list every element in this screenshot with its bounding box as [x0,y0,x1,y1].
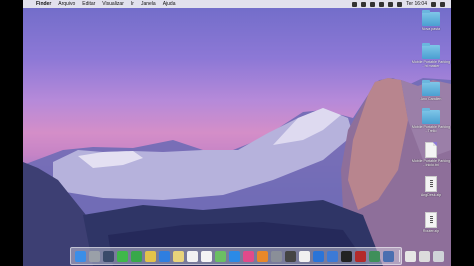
facetime-icon[interactable] [131,250,142,262]
notes-icon[interactable] [173,250,184,262]
letterbox-left [0,0,23,266]
zip-icon [425,176,437,192]
messages-icon[interactable] [117,250,128,262]
menu-ajuda[interactable]: Ajuda [163,1,176,7]
dropbox-icon[interactable] [361,1,367,7]
letterbox-right [451,0,474,266]
menu-arquivo[interactable]: Arquivo [58,1,75,7]
desktop-item[interactable]: Nova pasta [411,10,451,31]
dock-separator [399,250,400,262]
chrome-icon[interactable] [145,250,156,262]
menu-editar[interactable]: Editar [82,1,95,7]
bluetooth-icon[interactable] [370,1,376,7]
battery-icon[interactable] [397,1,403,7]
itunes-icon[interactable] [243,250,254,262]
volume-icon[interactable] [388,1,394,7]
wifi-icon[interactable] [379,1,385,7]
menu-app-name[interactable]: Finder [36,1,51,7]
android-studio-icon[interactable] [369,250,380,262]
app-store-icon[interactable] [229,250,240,262]
status-icon[interactable] [352,1,358,7]
finder-icon[interactable] [75,250,86,262]
mac-screen: Finder Arquivo Editar Visualizar Ir Jane… [23,0,451,266]
yosemite-landscape [23,78,451,266]
desktop-item-label: Mobile Portable Parking - Trello [411,125,451,133]
notification-center-icon[interactable] [440,1,445,7]
menu-bar-extras: Ter 16:04 [352,0,445,8]
launchpad-icon[interactable] [89,250,100,262]
calendar-icon[interactable] [187,250,198,262]
trash-icon[interactable] [433,250,444,262]
dock [70,247,444,265]
menu-clock[interactable]: Ter 16:04 [406,1,427,7]
mission-control-icon[interactable] [103,250,114,262]
simulator-icon[interactable] [383,250,394,262]
menu-janela[interactable]: Janela [141,1,156,7]
desktop-item[interactable]: Ano Carallen [411,80,451,101]
desktop-item-label: Nova pasta [421,27,441,31]
menu-visualizar[interactable]: Visualizar [102,1,124,7]
photos-icon[interactable] [299,250,310,262]
system-preferences-icon[interactable] [271,250,282,262]
reminders-icon[interactable] [201,250,212,262]
maps-icon[interactable] [215,250,226,262]
desktop-item-label: Mobile Portable Parking - ht master [411,60,451,68]
desktop-item[interactable]: AngDesk.zip [411,176,451,197]
desktop-item[interactable]: Mobile Portable Parking - Trello [411,108,451,133]
menu-bar: Finder Arquivo Editar Visualizar Ir Jane… [23,0,451,8]
zip-icon [425,212,437,228]
ibooks-icon[interactable] [257,250,268,262]
document-icon [425,142,437,158]
desktop-item-label: AngDesk.zip [420,193,442,197]
terminal-icon[interactable] [341,250,352,262]
documents-stack-icon[interactable] [419,250,430,262]
folder-icon [422,10,440,26]
safari-icon[interactable] [159,250,170,262]
desktop-item[interactable]: Router.zip [411,212,451,233]
desktop-item-label: Ano Carallen [420,97,442,101]
desktop-item-label: Mobile Portable Parking - Inicio.txt [411,159,451,167]
dropbox-icon[interactable] [313,250,324,262]
folder-icon [422,80,440,96]
menu-ir[interactable]: Ir [131,1,134,7]
desktop-item-label: Router.zip [422,229,440,233]
xcode-icon[interactable] [327,250,338,262]
folder-icon [422,43,440,59]
desktop-wallpaper [23,0,451,266]
filezilla-icon[interactable] [355,250,366,262]
sublime-icon[interactable] [285,250,296,262]
search-icon[interactable] [431,1,436,7]
desktop-item[interactable]: Mobile Portable Parking - ht master [411,43,451,68]
desktop-item[interactable]: Mobile Portable Parking - Inicio.txt [411,142,451,167]
folder-icon [422,108,440,124]
downloads-stack-icon[interactable] [405,250,416,262]
